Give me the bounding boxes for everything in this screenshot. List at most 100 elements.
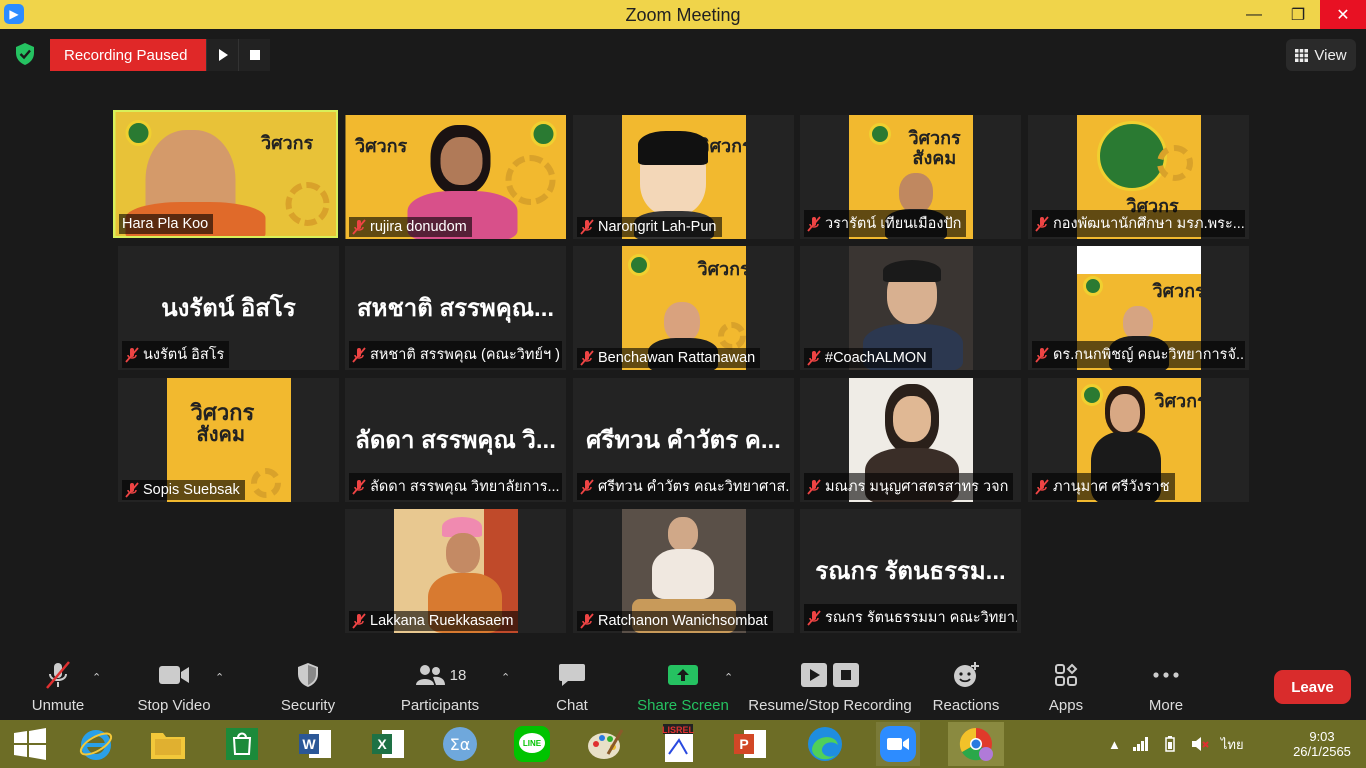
clock[interactable]: 9:03 26/1/2565 — [1286, 720, 1358, 768]
close-button[interactable]: ✕ — [1320, 0, 1366, 29]
participant-name-tag: #CoachALMON — [804, 348, 932, 368]
microsoft-word-icon[interactable]: W — [295, 724, 335, 764]
svg-text:LINE: LINE — [523, 739, 542, 748]
grid-view-icon — [1295, 48, 1309, 62]
participant-tile[interactable]: ลัดดา สรรพคุณ วิ... ลัดดา สรรพคุณ วิทยาล… — [345, 378, 566, 502]
participants-options-chevron-icon[interactable]: ⌃ — [501, 671, 510, 684]
unmute-button[interactable]: Unmute — [22, 657, 94, 720]
more-dots-icon — [1153, 672, 1179, 678]
apps-icon — [1055, 663, 1078, 686]
minimize-button[interactable]: — — [1232, 0, 1276, 29]
encryption-shield-icon[interactable] — [14, 42, 36, 66]
muted-mic-icon — [807, 215, 821, 232]
video-options-chevron-icon[interactable]: ⌃ — [215, 671, 224, 684]
muted-mic-icon — [1035, 346, 1049, 363]
play-icon — [218, 49, 228, 61]
participant-name-tag: ศรีทวน คำวัตร คณะวิทยาศาส... — [577, 473, 790, 500]
poster-title: วิศวกร — [908, 128, 961, 148]
resume-recording-button[interactable] — [206, 39, 238, 71]
participant-name: มณภร มนุญศาสตรสาทร วจก — [825, 479, 1009, 495]
participant-tile[interactable]: Lakkana Ruekkasaem — [345, 509, 566, 633]
internet-explorer-icon[interactable] — [76, 724, 116, 764]
windows-taskbar: W X Σα LINE LISREL P ▲ ไทย 9:03 26/1/256… — [0, 720, 1366, 768]
line-app-icon[interactable]: LINE — [512, 724, 552, 764]
file-explorer-icon[interactable] — [148, 724, 188, 764]
share-screen-icon — [668, 665, 698, 685]
participant-tile[interactable]: รณกร รัตนธรรม... รณกร รัตนธรรมมา คณะวิทย… — [800, 509, 1021, 633]
participant-tile[interactable]: วิศวกร สังคม Sopis Suebsak — [118, 378, 339, 502]
participant-face — [445, 533, 480, 573]
participant-tile[interactable]: วิศวกร Hara Pla Koo — [113, 110, 338, 238]
participant-display-name: รณกร รัตนธรรม... — [815, 558, 1006, 585]
maximize-button[interactable]: ❐ — [1276, 0, 1320, 29]
participant-tile[interactable]: วิศวกร Benchawan Rattanawan — [573, 246, 794, 370]
participant-tile[interactable]: วิศวกร กองพัฒนานักศึกษา มรภ.พระ... — [1028, 115, 1249, 239]
microsoft-store-icon[interactable] — [222, 724, 262, 764]
participant-tile[interactable]: สหชาติ สรรพคุณ... สหชาติ สรรพคุณ (คณะวิท… — [345, 246, 566, 370]
participant-name: กองพัฒนานักศึกษา มรภ.พระ... — [1053, 216, 1245, 232]
participant-display-name: ลัดดา สรรพคุณ วิ... — [355, 427, 556, 454]
muted-mic-icon — [807, 350, 821, 366]
participant-tile[interactable]: #CoachALMON — [800, 246, 1021, 370]
muted-mic-icon — [352, 478, 366, 495]
participant-name: Narongrit Lah-Pun — [598, 219, 717, 235]
microsoft-powerpoint-icon[interactable]: P — [730, 724, 770, 764]
participant-tile[interactable]: วิศวกร ภานุมาศ ศรีวังราช — [1028, 378, 1249, 502]
paint-icon[interactable] — [585, 724, 625, 764]
input-language-indicator[interactable]: ไทย — [1221, 734, 1244, 755]
muted-mic-icon — [580, 350, 594, 366]
participant-tile[interactable]: วิศวกร สังคม วรารัตน์ เทียนเมืองปัก — [800, 115, 1021, 239]
participant-tile[interactable]: ศรีทวน คำวัตร ค... ศรีทวน คำวัตร คณะวิทย… — [573, 378, 794, 502]
participant-tile[interactable]: วิศวกร ดร.กนกพิชญ์ คณะวิทยาการจั... — [1028, 246, 1249, 370]
university-emblem-icon — [125, 120, 151, 146]
view-button[interactable]: View — [1286, 39, 1356, 71]
security-button[interactable]: Security — [270, 657, 346, 720]
battery-plugged-icon[interactable] — [1161, 736, 1179, 752]
participant-tile[interactable]: วิศวกร Narongrit Lah-Pun — [573, 115, 794, 239]
participant-face — [1109, 394, 1140, 432]
participant-tile[interactable]: วิศวกร rujira donudom — [345, 115, 566, 239]
zoom-app-icon[interactable] — [876, 722, 920, 766]
microsoft-excel-icon[interactable]: X — [368, 724, 408, 764]
muted-mic-icon — [807, 478, 821, 495]
stop-recording-button[interactable] — [238, 39, 270, 71]
share-options-chevron-icon[interactable]: ⌃ — [724, 671, 733, 684]
stop-video-button[interactable]: Stop Video — [130, 657, 218, 720]
university-emblem-icon — [1082, 276, 1103, 296]
resume-stop-recording-button[interactable]: Resume/Stop Recording — [748, 657, 912, 720]
participant-name-tag: Narongrit Lah-Pun — [577, 217, 722, 237]
participant-tile[interactable]: นงรัตน์ อิสโร นงรัตน์ อิสโร — [118, 246, 339, 370]
svg-text:P: P — [739, 736, 748, 752]
participant-name: ศรีทวน คำวัตร คณะวิทยาศาส... — [598, 479, 790, 495]
network-signal-icon[interactable] — [1132, 737, 1149, 751]
more-button[interactable]: More — [1136, 657, 1196, 720]
windows-start-icon[interactable] — [10, 724, 50, 764]
muted-mic-icon — [125, 482, 139, 498]
apps-button[interactable]: Apps — [1036, 657, 1096, 720]
participant-name-tag: ลัดดา สรรพคุณ วิทยาลัยการ... — [349, 473, 562, 500]
resume-play-icon — [801, 663, 827, 687]
show-hidden-icons-chevron-icon[interactable]: ▲ — [1108, 737, 1121, 752]
participants-button[interactable]: 18 Participants — [395, 657, 485, 720]
system-tray: ▲ ไทย — [1108, 720, 1244, 768]
google-chrome-icon[interactable] — [948, 722, 1004, 766]
view-button-label: View — [1314, 46, 1347, 64]
muted-mic-icon — [125, 346, 139, 363]
share-screen-button[interactable]: Share Screen — [636, 657, 730, 720]
math-input-icon[interactable]: Σα — [440, 724, 480, 764]
chat-button[interactable]: Chat — [540, 657, 604, 720]
participant-name: วรารัตน์ เทียนเมืองปัก — [825, 216, 962, 232]
microsoft-edge-icon[interactable] — [805, 724, 845, 764]
gear-decoration — [717, 322, 746, 350]
participant-tile[interactable]: มณภร มนุญศาสตรสาทร วจก — [800, 378, 1021, 502]
participant-tile[interactable]: Ratchanon Wanichsombat — [573, 509, 794, 633]
share-screen-label: Share Screen — [637, 697, 729, 714]
title-bar: ▶ Zoom Meeting — ❐ ✕ — [0, 0, 1366, 29]
reactions-button[interactable]: Reactions — [928, 657, 1004, 720]
audio-options-chevron-icon[interactable]: ⌃ — [92, 671, 101, 684]
speaker-muted-icon[interactable] — [1191, 736, 1209, 752]
participant-name-tag: สหชาติ สรรพคุณ (คณะวิทย์ฯ ) — [349, 341, 562, 368]
leave-button[interactable]: Leave — [1274, 670, 1351, 704]
university-emblem-icon — [1096, 121, 1167, 191]
lisrel-icon[interactable]: LISREL — [658, 724, 698, 764]
